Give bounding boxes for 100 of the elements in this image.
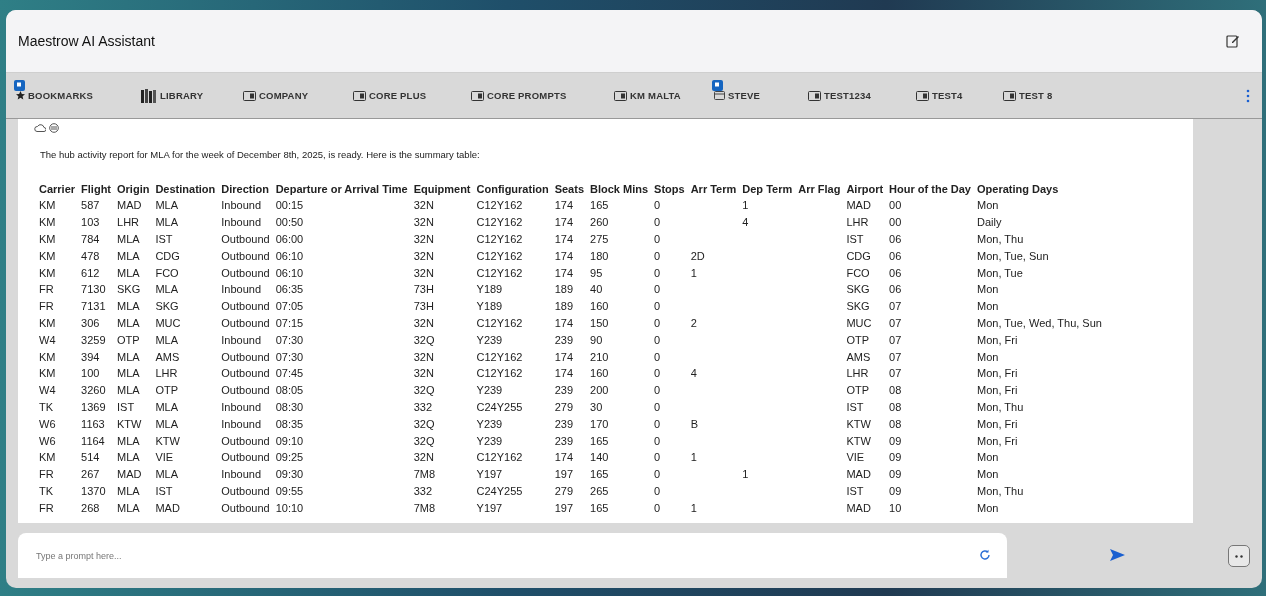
table-cell-text: 180 (589, 248, 610, 264)
table-cell-text: OTP (116, 332, 141, 348)
table-cell-text: MLA (116, 349, 141, 365)
table-cell-text: 09 (888, 450, 903, 466)
table-cell-text: Mon, Fri (976, 332, 1019, 348)
table-cell-text: MLA (116, 299, 141, 315)
table-cell-text: 32N (412, 349, 435, 365)
tab[interactable]: CORE PROMPTS (471, 86, 567, 105)
table-cell-text: KM (38, 366, 57, 382)
table-cell-text: 0 (653, 299, 662, 315)
refresh-icon[interactable] (979, 549, 991, 561)
table-cell-text: OTP (845, 332, 871, 348)
table-cell-text: SKG (154, 299, 180, 315)
circle-icon[interactable] (49, 123, 59, 133)
table-cell-text: 09 (888, 483, 903, 499)
table-cell-text: Mon, Thu (976, 399, 1025, 415)
table-cell-text: 174 (553, 248, 574, 264)
table-cell-text: AMS (845, 349, 872, 365)
table-cell-text: Mon, Thu (976, 232, 1025, 247)
table-cell-text: 4 (689, 366, 698, 382)
tab[interactable]: TEST 8 (1003, 86, 1053, 105)
table-cell-text: 08 (888, 383, 903, 399)
table-cell-text: 189 (553, 282, 574, 298)
table-cell-text: Outbound (220, 248, 271, 264)
table-cell-text: 784 (80, 232, 101, 247)
table-cell-text: 10 (888, 500, 903, 516)
column-header: Stops (653, 181, 686, 197)
table-cell-text: 170 (589, 416, 610, 432)
cloud-icon[interactable] (34, 123, 46, 133)
tab[interactable]: COMPANY (243, 86, 309, 105)
table-cell-text: Y239 (475, 433, 504, 449)
books-icon (141, 88, 157, 103)
table-cell-text: 06 (888, 248, 903, 264)
table-cell-text: W4 (38, 383, 57, 399)
table-cell-text: TK (38, 483, 55, 499)
table-cell-text: 08:35 (274, 416, 305, 432)
prompt-field[interactable]: Type a prompt here... (18, 533, 1007, 578)
edit-icon[interactable] (1226, 34, 1240, 48)
tab[interactable]: CORE PLUS (353, 86, 427, 105)
table-cell-text: C24Y255 (475, 483, 524, 499)
folder-icon (353, 90, 366, 101)
table-cell-text: 0 (653, 315, 662, 331)
table-cell-text: 0 (653, 433, 662, 449)
table-cell-text: Y239 (475, 416, 504, 432)
table-cell-text: 0 (653, 483, 662, 499)
table-cell-text: 1163 (80, 416, 106, 432)
table-cell-text: KM (38, 265, 57, 281)
table-cell-text: 90 (589, 332, 604, 348)
folder-icon (916, 90, 929, 101)
table-cell-text: 189 (553, 299, 574, 315)
table-cell-text: 32N (412, 198, 435, 214)
table-cell-text: MLA (116, 366, 141, 382)
table-cell-text: Mon (976, 299, 1000, 315)
table-cell-text: KTW (845, 433, 872, 449)
table-cell-text: Mon (976, 282, 1000, 298)
folder-icon (614, 90, 627, 101)
table-cell-text: 174 (553, 232, 574, 247)
table-cell-text: KM (38, 349, 57, 365)
table-cell-text: MLA (154, 282, 180, 298)
table-cell-text: 08:30 (274, 399, 305, 415)
table-cell-text: 2D (689, 248, 706, 264)
table-cell-text: 0 (653, 450, 662, 466)
table-cell-text: 0 (653, 215, 662, 231)
tab[interactable]: LIBRARY (141, 84, 204, 107)
tab[interactable]: TEST1234 (808, 86, 871, 105)
column-header: Carrier (38, 181, 77, 197)
table-cell-text: 150 (589, 315, 610, 331)
dots-icon (1235, 554, 1243, 558)
options-button[interactable] (1228, 545, 1250, 567)
table-cell-text: MLA (116, 483, 141, 499)
tab[interactable]: BOOKMARKS (16, 86, 94, 105)
tab[interactable]: TEST4 (916, 86, 963, 105)
table-cell-text: W6 (38, 433, 57, 449)
table-cell-text: FCO (154, 265, 180, 281)
table-cell-text: 06:35 (274, 282, 305, 298)
more-icon[interactable] (1246, 88, 1250, 103)
table-cell-text: 06 (888, 265, 903, 281)
table-cell-text: Mon (976, 467, 1000, 483)
table-cell-text: 0 (653, 248, 662, 264)
table-cell-text: 07 (888, 349, 903, 365)
table-cell-text: Outbound (220, 349, 271, 365)
table-cell-text: Mon (976, 450, 1000, 466)
table-cell-text: Mon, Fri (976, 416, 1019, 432)
table-cell-text: 73H (412, 299, 435, 315)
table-cell-text: 1164 (80, 433, 106, 449)
table-cell-text: OTP (154, 383, 180, 399)
table-cell-text: 09:30 (274, 467, 305, 483)
table-cell-text: 1 (689, 500, 698, 516)
tab[interactable]: STEVE (714, 86, 761, 105)
send-icon[interactable] (1110, 549, 1125, 561)
tab[interactable]: KM MALTA (614, 86, 681, 105)
table-cell-text: 0 (653, 232, 662, 247)
column-header: Block Mins (589, 181, 650, 197)
table-cell-text: IST (845, 232, 865, 247)
table-cell-text: 06:10 (274, 265, 305, 281)
table-cell-text: MAD (845, 500, 872, 516)
table-cell-text: 268 (80, 500, 101, 516)
table-cell-text: Mon (976, 198, 1000, 214)
table-cell-text: MAD (116, 467, 143, 483)
table-cell-text: Outbound (220, 500, 271, 516)
